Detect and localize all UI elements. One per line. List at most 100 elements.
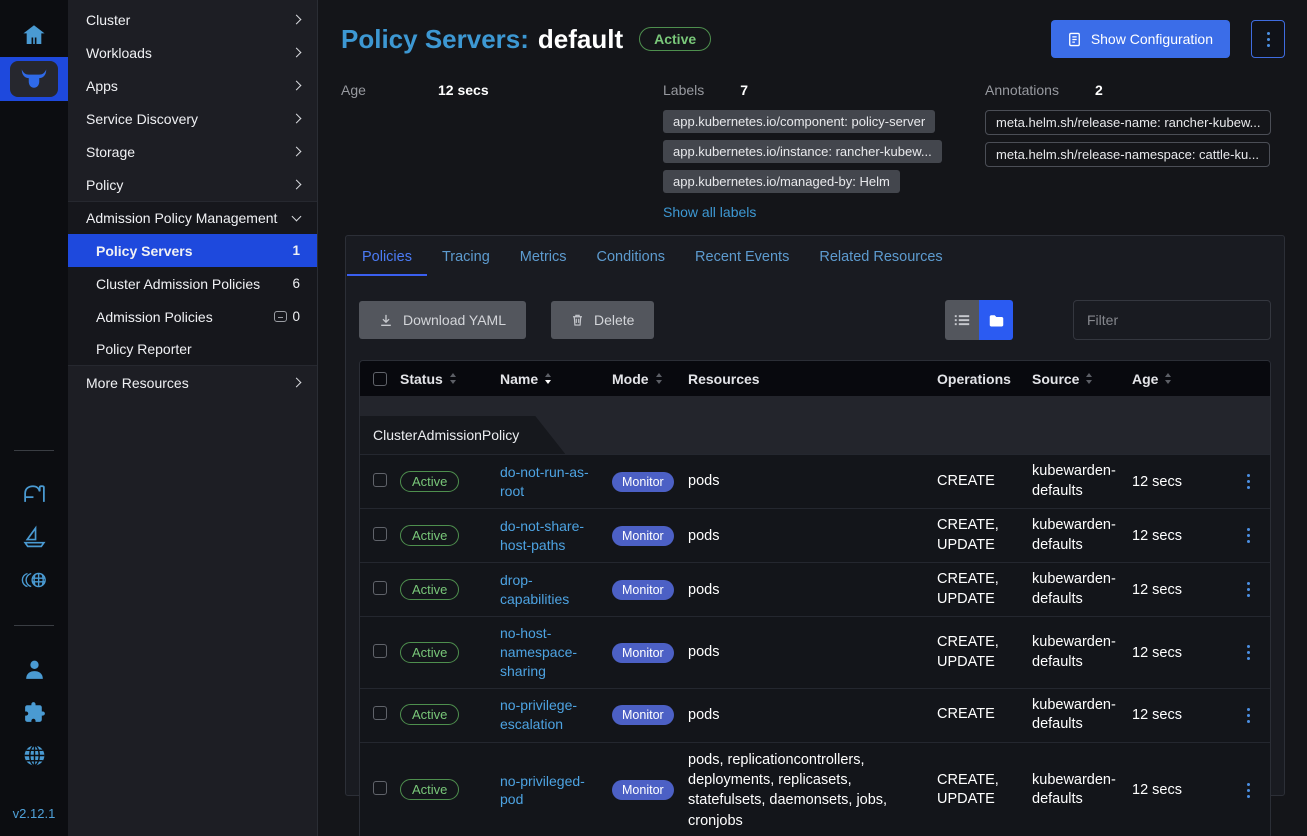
header-kebab-menu-button[interactable] (1251, 20, 1285, 58)
policy-name-link[interactable]: do-not-share-host-paths (500, 517, 612, 555)
sidebar-item[interactable]: Workloads (68, 36, 317, 69)
resources-cell: pods (688, 642, 937, 662)
sidebar-item[interactable]: Admission Policies 0 (68, 300, 317, 333)
resource-name: default (538, 24, 623, 55)
tab[interactable]: Metrics (505, 236, 582, 276)
row-kebab-menu-button[interactable] (1243, 779, 1254, 802)
row-checkbox[interactable] (373, 473, 387, 487)
sidebar-item[interactable]: Policy Servers 1 (68, 234, 317, 267)
operations-cell: CREATE, UPDATE (937, 633, 1032, 672)
sort-icon (450, 373, 456, 384)
sidebar-item[interactable]: Storage (68, 135, 317, 168)
policy-name-link[interactable]: do-not-run-as-root (500, 463, 612, 501)
tab[interactable]: Recent Events (680, 236, 804, 276)
labels-label: Labels (663, 82, 704, 98)
column-header[interactable]: Name (500, 371, 612, 387)
view-toggle (945, 300, 1013, 340)
sort-icon (1165, 373, 1171, 384)
policy-name-link[interactable]: no-host-namespace-sharing (500, 624, 612, 680)
policy-name-link[interactable]: no-privilege-escalation (500, 696, 612, 734)
resources-cell: pods (688, 471, 937, 491)
row-kebab-menu-button[interactable] (1243, 470, 1254, 493)
group-row: ClusterAdmissionPolicy (360, 396, 1270, 454)
labels-detail: Labels 7 app.kubernetes.io/component: po… (663, 82, 985, 222)
table-row: Active no-host-namespace-sharing Monitor… (360, 616, 1270, 687)
row-kebab-menu-button[interactable] (1243, 578, 1254, 601)
rail-divider (14, 450, 54, 451)
show-all-labels-link[interactable]: Show all labels (663, 204, 756, 220)
age-detail: Age 12 secs (341, 82, 663, 98)
sidebar-item-label: Service Discovery (86, 111, 293, 127)
policy-name-link[interactable]: drop-capabilities (500, 571, 612, 609)
app-rail: v2.12.1 (0, 0, 68, 836)
document-icon (1068, 32, 1081, 47)
row-checkbox[interactable] (373, 781, 387, 795)
sort-icon (1086, 373, 1092, 384)
tab[interactable]: Policies (347, 236, 427, 276)
multicluster-globe-icon[interactable] (0, 569, 68, 591)
extensions-puzzle-icon[interactable] (0, 700, 68, 725)
show-configuration-button[interactable]: Show Configuration (1051, 20, 1230, 58)
delete-button[interactable]: Delete (551, 301, 654, 339)
column-header[interactable]: Resources (688, 371, 937, 387)
locale-globe-icon[interactable] (0, 743, 68, 768)
mode-badge: Monitor (612, 705, 674, 725)
operations-cell: CREATE (937, 705, 1032, 725)
trash-icon (571, 313, 584, 327)
row-status-badge: Active (400, 525, 459, 546)
age-cell: 12 secs (1132, 528, 1227, 544)
list-view-icon[interactable] (945, 300, 979, 340)
chevron-right-icon (292, 81, 302, 91)
sidebar-item[interactable]: Admission Policy Management (68, 201, 317, 234)
source-cell: kubewarden-defaults (1032, 633, 1132, 672)
active-product-kubewarden[interactable] (0, 57, 68, 101)
group-view-folder-icon[interactable] (979, 300, 1013, 340)
filter-input[interactable] (1073, 300, 1271, 340)
sidebar-item[interactable]: Apps (68, 69, 317, 102)
age-cell: 12 secs (1132, 582, 1227, 598)
column-header[interactable]: Age (1132, 371, 1227, 387)
age-label: Age (341, 82, 438, 98)
table-row: Active do-not-share-host-paths Monitor p… (360, 508, 1270, 562)
harvester-boat-icon[interactable] (0, 525, 68, 550)
app-root: v2.12.1 Cluster Workloads Apps (0, 0, 1307, 836)
column-header[interactable]: Source (1032, 371, 1132, 387)
sidebar-item[interactable]: Cluster (68, 3, 317, 36)
row-checkbox[interactable] (373, 581, 387, 595)
column-header[interactable]: Mode (612, 371, 688, 387)
row-checkbox[interactable] (373, 706, 387, 720)
column-header[interactable]: Operations (937, 371, 1032, 387)
sidebar-item[interactable]: Policy (68, 168, 317, 201)
row-checkbox[interactable] (373, 527, 387, 541)
table-row: Active no-privilege-escalation Monitor p… (360, 688, 1270, 742)
resources-cell: pods (688, 580, 937, 600)
download-yaml-button[interactable]: Download YAML (359, 301, 526, 339)
row-kebab-menu-button[interactable] (1243, 524, 1254, 547)
select-all-checkbox[interactable] (373, 372, 387, 386)
tab[interactable]: Conditions (582, 236, 681, 276)
row-kebab-menu-button[interactable] (1243, 641, 1254, 664)
labels-list: app.kubernetes.io/component: policy-serv… (663, 110, 985, 193)
sidebar-item-label: Apps (86, 78, 293, 94)
policy-name-link[interactable]: no-privileged-pod (500, 772, 612, 810)
row-checkbox[interactable] (373, 644, 387, 658)
annotations-count: 2 (1095, 82, 1103, 98)
table-header-row: Status Name Mode (360, 361, 1270, 396)
resources-cell: pods (688, 526, 937, 546)
home-icon[interactable] (0, 22, 68, 48)
sidebar-item[interactable]: Cluster Admission Policies 6 (68, 267, 317, 300)
user-icon[interactable] (0, 657, 68, 682)
main-content: Policy Servers: default Active Show Conf… (318, 0, 1307, 836)
sidebar-item[interactable]: Service Discovery (68, 102, 317, 135)
sidebar-item[interactable]: More Resources (68, 366, 317, 399)
column-header[interactable]: Status (400, 371, 500, 387)
tab[interactable]: Related Resources (804, 236, 957, 276)
cluster-manager-icon[interactable] (0, 481, 68, 506)
row-kebab-menu-button[interactable] (1243, 704, 1254, 727)
tab[interactable]: Tracing (427, 236, 505, 276)
resource-type-link[interactable]: Policy Servers: (341, 24, 529, 55)
policies-table: Status Name Mode (359, 360, 1271, 836)
sidebar-item[interactable]: Policy Reporter (68, 333, 317, 366)
labels-count: 7 (740, 82, 748, 98)
kubewarden-bull-icon (20, 68, 48, 90)
